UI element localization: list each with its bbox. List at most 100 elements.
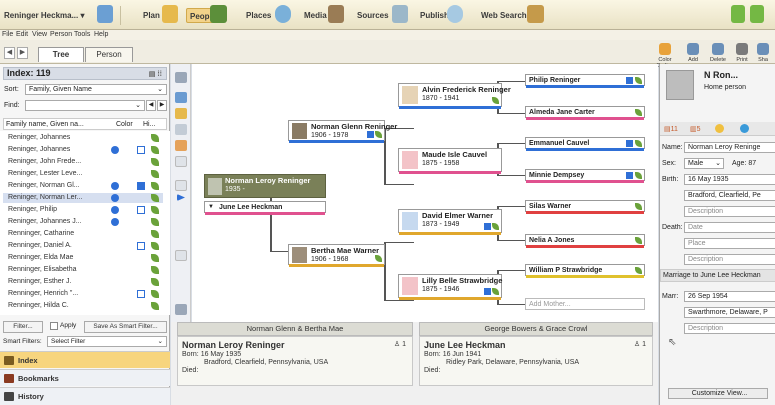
hints-icon[interactable] — [715, 124, 724, 133]
filter-button[interactable]: Filter... — [3, 321, 43, 333]
birth-place-field[interactable]: Bradford, Clearfield, Pe — [684, 190, 775, 201]
customize-view-button[interactable]: Customize View... — [668, 388, 768, 399]
col-hints[interactable]: Hi... — [143, 120, 155, 130]
tab-tree[interactable]: Tree — [38, 47, 84, 62]
toolbar-places[interactable]: Places — [246, 8, 271, 23]
index-row[interactable]: Reninger, Johannes J... — [3, 217, 163, 227]
marriage-place-field[interactable]: Swarthmore, Delaware, P — [684, 307, 775, 318]
family-header-right[interactable]: George Bowers & Grace Crowl — [419, 322, 653, 336]
find-input[interactable]: ⌄ — [25, 100, 145, 111]
index-row[interactable]: Renninger, Daniel A. — [3, 241, 163, 251]
spouse-card[interactable]: ▼ June Lee Heckman — [204, 201, 326, 215]
person-photo[interactable] — [666, 70, 694, 100]
person-view-icon[interactable] — [175, 140, 187, 151]
tab-person[interactable]: Person — [85, 47, 133, 62]
forward-button[interactable]: ▶ — [17, 47, 28, 59]
add-mother-button[interactable]: Add Mother... — [525, 298, 645, 310]
gg-card[interactable]: Philip Reninger — [525, 74, 645, 88]
gg-card[interactable]: Nelia A Jones — [525, 234, 645, 248]
share-icon[interactable] — [750, 5, 764, 23]
index-row[interactable]: Reninger, Philip — [3, 205, 163, 215]
tab-facts[interactable]: ▤11 — [664, 125, 678, 133]
menu-file[interactable]: File — [2, 31, 13, 38]
ff-card[interactable]: Alvin Frederick Reninger 1870 - 1941 — [398, 83, 511, 109]
mother-card[interactable]: Bertha Mae Warner 1906 - 1968 — [288, 244, 385, 267]
menu-view[interactable]: View — [32, 31, 47, 38]
menu-edit[interactable]: Edit — [16, 31, 28, 38]
marriage-header[interactable]: Marriage to June Lee Heckman — [660, 269, 775, 282]
marriage-date-field[interactable]: 26 Sep 1954 — [684, 291, 775, 302]
menu-tools[interactable]: Tools — [74, 31, 90, 38]
mm-card[interactable]: Lilly Belle Strawbridge 1875 - 1946 — [398, 274, 502, 300]
marriage-description-field[interactable]: Description — [684, 323, 775, 334]
nav-index[interactable]: Index — [0, 351, 170, 368]
index-row[interactable]: Reninger, Norman Ler... — [3, 193, 163, 203]
root-person-card[interactable]: Norman Leroy Reninger 1935 - — [204, 174, 326, 198]
index-row[interactable]: Reninger, Lester Leve... — [3, 169, 163, 179]
layout-icon[interactable] — [175, 156, 187, 167]
col-color[interactable]: Color — [116, 120, 133, 130]
index-options-icon[interactable]: ▤ ⁞⁞ — [149, 69, 162, 80]
index-list[interactable]: Reninger, Johannes Reninger, Johannes Reni… — [0, 131, 170, 315]
arrow-right-icon[interactable] — [177, 194, 185, 201]
pedigree-view-icon[interactable] — [175, 108, 187, 119]
save-smart-filter-button[interactable]: Save As Smart Filter... — [84, 321, 167, 333]
panel-toggle-icon[interactable] — [175, 72, 187, 83]
toolbar-web-search[interactable]: Web Search — [481, 8, 527, 23]
index-row[interactable]: Reninger, John Frede... — [3, 157, 163, 167]
birth-description-field[interactable]: Description — [684, 206, 775, 217]
family-header-left[interactable]: Norman Glenn & Bertha Mae — [177, 322, 413, 336]
gg-card[interactable]: Minnie Dempsey — [525, 169, 645, 183]
sort-select[interactable]: Family, Given Name ⌄ — [25, 84, 167, 95]
back-button[interactable]: ◀ — [4, 47, 15, 59]
toolbar-publish[interactable]: Publish — [420, 8, 449, 23]
index-row[interactable]: Reninger, Johannes — [3, 133, 163, 143]
web-hints-icon[interactable] — [740, 124, 749, 133]
index-row[interactable]: Renninger, Elda Mae — [3, 253, 163, 263]
gg-card[interactable]: William P Strawbridge — [525, 264, 645, 278]
zoom-icon[interactable] — [175, 304, 187, 315]
family-card-left[interactable]: Norman Leroy Reninger ♙ 1 Born: 16 May 1… — [177, 336, 413, 386]
gg-card[interactable]: Silas Warner — [525, 200, 645, 214]
smart-filter-select[interactable]: Select Filter ⌄ — [47, 336, 167, 347]
toolbar-media[interactable]: Media — [304, 8, 327, 23]
file-switcher[interactable]: Reninger Heckma... ▾ — [4, 8, 85, 23]
index-row[interactable]: Reninger, Norman Gl... — [3, 181, 163, 191]
sex-select[interactable]: Male ⌄ — [684, 158, 724, 169]
mf-card[interactable]: David Elmer Warner 1873 - 1949 — [398, 209, 502, 235]
col-name[interactable]: Family name, Given na... — [6, 120, 84, 130]
add-button[interactable]: Add — [679, 43, 707, 63]
father-card[interactable]: Norman Glenn Reninger 1906 - 1978 — [288, 120, 397, 143]
index-row[interactable]: Renninger, Catharine — [3, 229, 163, 239]
menu-help[interactable]: Help — [94, 31, 108, 38]
death-date-field[interactable]: Date — [684, 222, 775, 233]
apply-checkbox[interactable] — [50, 322, 58, 330]
index-row[interactable]: Renninger, Elisabetha — [3, 265, 163, 275]
index-row[interactable]: Renninger, Esther J. — [3, 277, 163, 287]
print-layout-icon[interactable] — [175, 250, 187, 261]
home-icon[interactable] — [175, 92, 187, 103]
index-row[interactable]: Renninger, Henrich "... — [3, 289, 163, 299]
gg-card[interactable]: Emmanuel Cauvel — [525, 137, 645, 151]
toolbar-plan[interactable]: Plan — [143, 8, 160, 23]
nav-bookmarks[interactable]: Bookmarks — [0, 369, 170, 386]
find-next-icon[interactable]: ▶ — [157, 100, 167, 111]
tree-sync-icon[interactable] — [731, 5, 745, 23]
share-button[interactable]: Sha — [752, 43, 774, 63]
name-field[interactable]: Norman Leroy Reninge — [684, 142, 775, 153]
birth-date-field[interactable]: 16 May 1935 — [684, 174, 775, 185]
find-prev-icon[interactable]: ◀ — [146, 100, 156, 111]
fm-card[interactable]: Maude Isle Cauvel 1875 - 1958 — [398, 148, 502, 174]
death-description-field[interactable]: Description — [684, 254, 775, 265]
index-row[interactable]: Reninger, Johannes — [3, 145, 163, 155]
family-card-right[interactable]: June Lee Heckman ♙ 1 Born: 16 Jun 1941 R… — [419, 336, 653, 386]
note-icon[interactable] — [175, 180, 187, 191]
index-row[interactable]: Renninger, Hilda C. — [3, 301, 163, 311]
death-place-field[interactable]: Place — [684, 238, 775, 249]
gg-card[interactable]: Almeda Jane Carter — [525, 106, 645, 120]
nav-history[interactable]: History — [0, 387, 170, 405]
family-view-icon[interactable] — [175, 124, 187, 135]
toolbar-sources[interactable]: Sources — [357, 8, 389, 23]
tab-media[interactable]: ▥5 — [690, 125, 701, 133]
menu-person[interactable]: Person — [50, 31, 72, 38]
